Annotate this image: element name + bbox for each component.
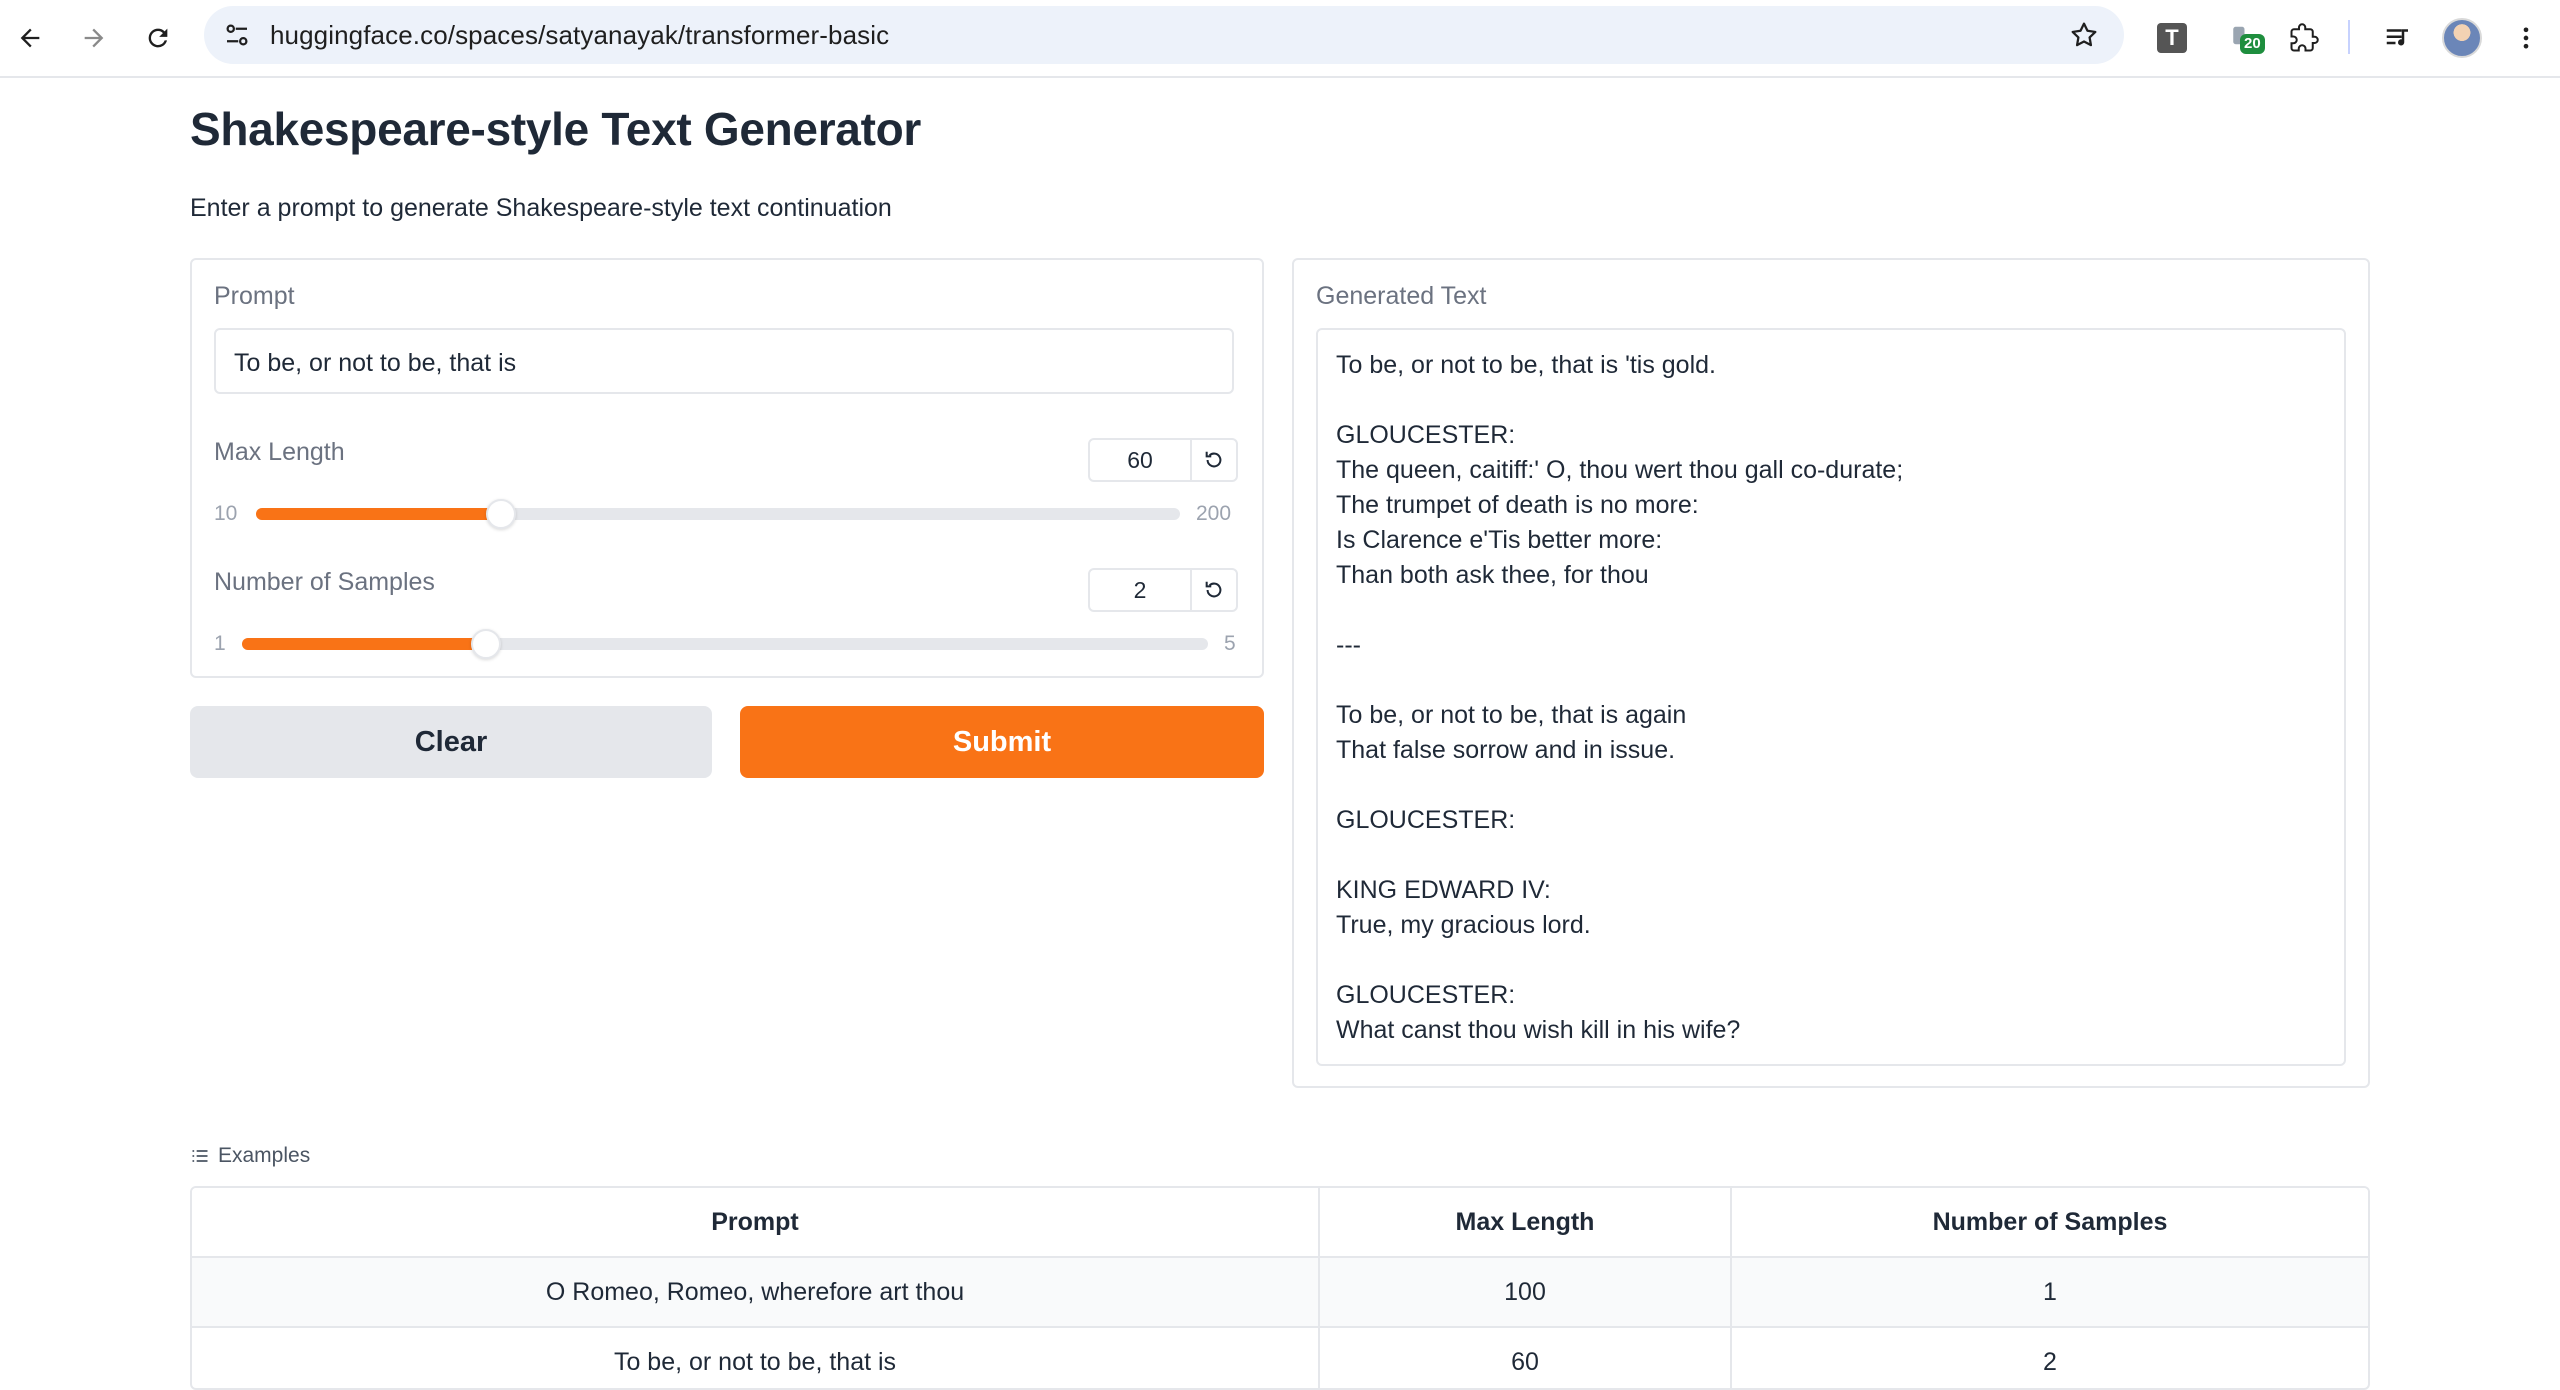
max-length-label: Max Length	[214, 438, 345, 466]
page-title: Shakespeare-style Text Generator	[190, 103, 922, 155]
page-description: Enter a prompt to generate Shakespeare-s…	[190, 194, 892, 222]
example-num-samples[interactable]: 2	[1731, 1327, 2368, 1388]
table-row[interactable]: O Romeo, Romeo, wherefore art thou 100 1	[192, 1257, 2368, 1328]
forward-arrow-icon[interactable]	[72, 16, 116, 60]
num-samples-label: Number of Samples	[214, 568, 435, 596]
extension-badge-count: 20	[2240, 34, 2265, 54]
clear-button[interactable]: Clear	[190, 706, 712, 778]
media-controls-icon[interactable]	[2376, 16, 2420, 60]
browser-toolbar: huggingface.co/spaces/satyanayak/transfo…	[0, 0, 2560, 78]
prompt-label: Prompt	[214, 282, 295, 310]
example-prompt[interactable]: To be, or not to be, that is	[192, 1327, 1320, 1388]
max-length-value[interactable]: 60	[1090, 440, 1192, 480]
max-length-slider[interactable]	[256, 499, 1180, 529]
toolbar-divider	[2348, 20, 2350, 54]
max-length-number[interactable]: 60	[1088, 438, 1238, 482]
table-row[interactable]: To be, or not to be, that is 60 2	[192, 1327, 2368, 1388]
num-samples-slider-thumb[interactable]	[470, 629, 501, 659]
examples-table: Prompt Max Length Number of Samples O Ro…	[190, 1186, 2370, 1390]
examples-label: Examples	[218, 1144, 311, 1167]
num-samples-slider-fill	[242, 638, 484, 650]
reset-icon[interactable]	[1192, 440, 1236, 480]
input-panel: Prompt To be, or not to be, that is Max …	[190, 258, 1264, 678]
address-bar[interactable]: huggingface.co/spaces/satyanayak/transfo…	[204, 6, 2124, 64]
num-samples-max: 5	[1224, 632, 1236, 655]
example-max-length[interactable]: 100	[1319, 1257, 1732, 1328]
prompt-input[interactable]: To be, or not to be, that is	[214, 328, 1234, 394]
url-text[interactable]: huggingface.co/spaces/satyanayak/transfo…	[270, 6, 889, 64]
num-samples-number[interactable]: 2	[1088, 568, 1238, 612]
back-arrow-icon[interactable]	[8, 16, 52, 60]
examples-header: Examples	[190, 1144, 310, 1168]
more-menu-icon[interactable]	[2504, 16, 2548, 60]
generated-text-content: To be, or not to be, that is 'tis gold. …	[1336, 351, 1904, 1044]
max-length-max: 200	[1196, 502, 1232, 525]
num-samples-value[interactable]: 2	[1090, 570, 1192, 610]
puzzle-extensions-icon[interactable]	[2282, 16, 2326, 60]
generated-text-label: Generated Text	[1316, 282, 1487, 310]
num-samples-slider[interactable]	[242, 629, 1208, 659]
column-header-num-samples: Number of Samples	[1731, 1188, 2368, 1258]
column-header-prompt: Prompt	[192, 1188, 1320, 1258]
bookmark-star-icon[interactable]	[2068, 19, 2100, 51]
example-prompt[interactable]: O Romeo, Romeo, wherefore art thou	[192, 1257, 1320, 1328]
site-settings-icon[interactable]	[222, 20, 252, 50]
extension-t-letter: T	[2157, 23, 2187, 53]
num-samples-min: 1	[214, 632, 226, 655]
submit-button[interactable]: Submit	[740, 706, 1264, 778]
max-length-slider-fill	[256, 508, 499, 520]
column-header-max-length: Max Length	[1319, 1188, 1732, 1258]
reload-icon[interactable]	[136, 16, 180, 60]
generated-text-output[interactable]: To be, or not to be, that is 'tis gold. …	[1316, 328, 2346, 1066]
max-length-slider-thumb[interactable]	[486, 499, 516, 529]
example-num-samples[interactable]: 1	[1731, 1257, 2368, 1328]
extension-t-icon[interactable]: T	[2150, 16, 2194, 60]
profile-avatar[interactable]	[2440, 16, 2484, 60]
example-max-length[interactable]: 60	[1319, 1327, 1732, 1388]
reset-icon[interactable]	[1192, 570, 1236, 610]
extension-badge-icon[interactable]: 20	[2220, 16, 2265, 60]
list-icon	[192, 1150, 208, 1162]
max-length-min: 10	[214, 502, 238, 525]
